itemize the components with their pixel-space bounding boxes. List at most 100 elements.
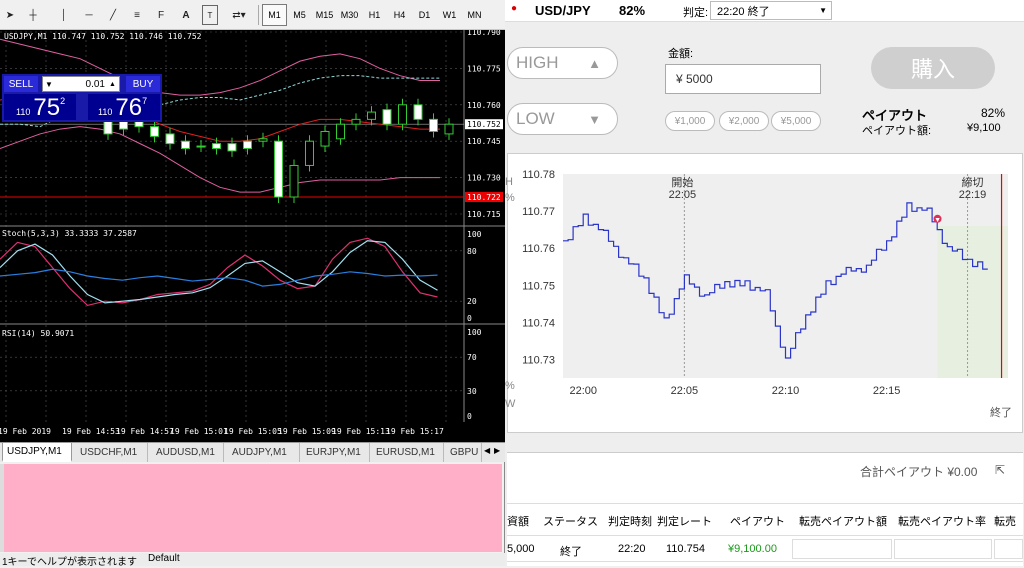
lot-spin-icon[interactable]: ▲ [109,81,119,88]
fibonacci-icon[interactable]: F [152,5,170,25]
arrows-dropdown-icon[interactable]: ⇄▾ [228,5,250,25]
total-payout: 合計ペイアウト ¥0.00 [860,465,978,479]
edge-glyph-pct2: % [505,380,515,392]
lot-size-stepper[interactable]: ▼ 0.01 ▲ [42,76,120,92]
vertical-line-icon[interactable]: │ [56,5,72,25]
lot-dropdown-icon[interactable]: ▼ [43,80,55,89]
tab-audjpy[interactable]: AUDJPY,M1 [228,443,300,462]
th-resale: 転売 [994,516,1016,528]
time-label: 19 Feb 2019 [0,427,51,436]
quick-amount-1000[interactable]: ¥1,000 [665,111,715,131]
crosshair-icon[interactable]: ┼ [24,5,42,25]
tf-m15-button[interactable]: M15 [312,4,337,26]
tab-gbpu[interactable]: GBPU [446,443,482,462]
tf-m5-button[interactable]: M5 [287,4,312,26]
price-chart[interactable]: 110.790 110.775 110.760 110.745 110.730 110.7… [0,30,505,442]
symbol-tabs: USDJPY,M1 USDCHF,M1 AUDUSD,M1 AUDJPY,M1 … [0,442,505,462]
tf-m1-button[interactable]: M1 [262,4,287,26]
sell-price-prefix: 110 [16,107,31,117]
symbol-name: USD/JPY [535,3,591,18]
td-judge-rate: 110.754 [666,543,705,555]
td-judge-time: 22:20 [618,543,646,555]
candle-body [336,123,345,140]
x-tick-label: 22:00 [569,385,597,397]
price-label: 110.775 [467,64,501,73]
tf-d1-button[interactable]: D1 [412,4,437,26]
tf-h1-button[interactable]: H1 [362,4,387,26]
tab-eurusd[interactable]: EURUSD,M1 [372,443,444,462]
low-button[interactable]: LOW ▼ [507,103,618,135]
edge-glyph-pct: % [505,192,515,204]
text-tool-icon[interactable]: A [178,5,194,25]
judge-zone [937,226,1008,378]
chart-title: USDJPY,M1 110.747 110.752 110.746 110.75… [4,32,202,41]
payout-rate-value: 82% [981,106,1006,120]
candle-body [243,140,252,149]
amount-label: 金額: [668,48,694,60]
price-label: 110.790 [467,30,501,37]
stoch-label: Stoch(5,3,3) 33.3333 37.2587 [2,229,137,238]
payout-amount-label: ペイアウト額: [862,125,932,137]
judge-time-value: 22:20 終了 [717,5,770,18]
buy-price-sup: 7 [142,96,148,106]
buy-price[interactable]: 110 76 7 [88,94,160,120]
amount-input[interactable]: ¥ 5000 [665,64,821,94]
tf-w1-button[interactable]: W1 [437,4,462,26]
tf-h4-button[interactable]: H4 [387,4,412,26]
candle-body [320,130,330,147]
td-status: 終了 [560,546,582,558]
left-edge-glyphs: H % % W [505,168,515,418]
symbol-dot-icon: ● [511,3,518,14]
sell-button[interactable]: SELL [4,76,38,92]
rsi-level-label: 0 [467,412,472,421]
start-time: 22:05 [669,189,697,201]
external-link-icon[interactable]: ⇱ [995,463,1005,477]
text-label-icon[interactable]: T [202,5,218,25]
sell-price[interactable]: 110 75 2 [4,94,76,120]
y-tick-label: 110.75 [522,280,555,292]
buy-price-big: 76 [115,94,143,121]
candle-body [181,140,190,149]
th-resale-amount: 転売ペイアウト額 [799,516,887,528]
status-profile: Default [148,553,180,564]
price-label: 110.730 [467,174,501,183]
tab-scroll-right-icon[interactable]: ▶ [494,446,500,455]
purchase-button[interactable]: 購入 [871,47,995,89]
equidistant-channel-icon[interactable]: ≡ [128,5,146,25]
th-judge-rate: 判定レート [657,516,712,528]
td-payout: ¥9,100.00 [728,543,777,555]
tab-scroll-left-icon[interactable]: ◀ [484,446,490,455]
tf-m30-button[interactable]: M30 [337,4,362,26]
stoch-level-label: 20 [467,297,477,306]
th-judge-time: 判定時刻 [608,516,652,528]
stoch-main-line [0,240,438,304]
y-tick-label: 110.78 [522,169,555,181]
judge-time-select[interactable]: 22:20 終了 ▼ [710,1,832,20]
quick-amount-5000[interactable]: ¥5,000 [771,111,821,131]
time-label: 19 Feb 15:17 [386,427,444,436]
y-tick-label: 110.73 [522,354,555,366]
status-bar: 1キーでヘルプが表示されます Default [0,553,505,568]
rate-graph: 110.78 110.77 110.76 110.75 110.74 110.73 22:0… [507,153,1023,433]
tab-eurjpy[interactable]: EURJPY,M1 [302,443,370,462]
horizontal-line-icon[interactable]: ─ [80,5,98,25]
positions-area: 合計ペイアウト ¥0.00 ⇱ 資額 ステータス 判定時刻 判定レート ペイアウ… [507,452,1023,566]
cursor-icon[interactable]: ➤ [2,5,18,25]
tab-usdchf[interactable]: USDCHF,M1 [76,443,148,462]
th-resale-rate: 転売ペイアウト率 [898,516,986,528]
time-label: 19 Feb 15:13 [332,427,390,436]
symbol-payout-rate: 82% [619,3,646,18]
candle-body [289,164,299,198]
tab-audusd[interactable]: AUDUSD,M1 [152,443,224,462]
up-triangle-icon: ▲ [588,55,601,71]
buy-button[interactable]: BUY [126,76,160,92]
high-label: HIGH [516,53,559,72]
td-amount: 5,000 [507,543,535,555]
high-button[interactable]: HIGH ▲ [507,47,618,79]
candle-body [398,104,407,125]
trendline-icon[interactable]: ╱ [104,5,122,25]
tf-mn-button[interactable]: MN [462,4,487,26]
low-label: LOW [516,109,555,128]
tab-usdjpy[interactable]: USDJPY,M1 [2,443,72,462]
quick-amount-2000[interactable]: ¥2,000 [719,111,769,131]
